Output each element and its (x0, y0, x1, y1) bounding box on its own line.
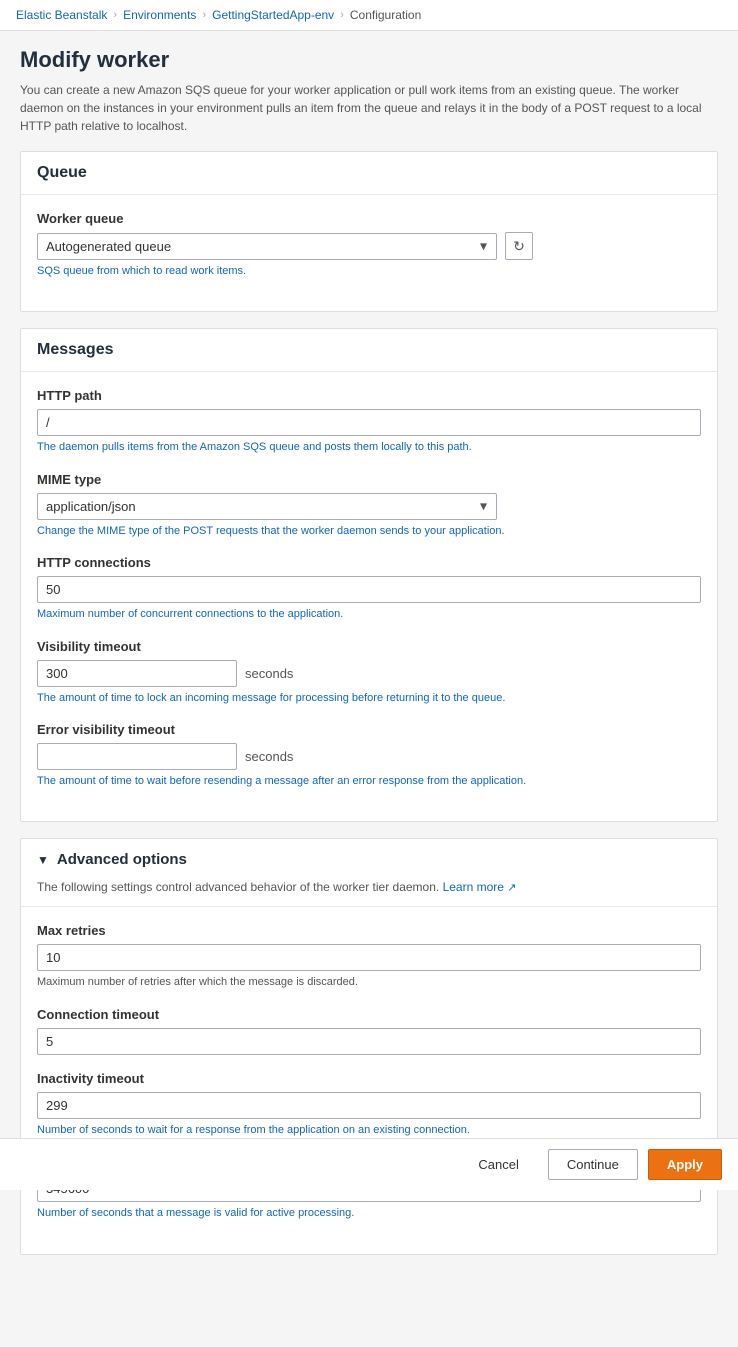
http-connections-input[interactable] (37, 576, 701, 603)
external-link-icon: ↗ (507, 882, 516, 894)
retention-period-help: Number of seconds that a message is vali… (37, 1206, 701, 1221)
mime-type-group: MIME type application/json application/x… (37, 472, 701, 539)
cancel-button[interactable]: Cancel (459, 1149, 537, 1180)
advanced-section-header[interactable]: ▼ Advanced options (21, 839, 717, 880)
error-visibility-timeout-suffix: seconds (245, 749, 293, 764)
breadcrumb-elastic-beanstalk[interactable]: Elastic Beanstalk (16, 8, 107, 22)
visibility-timeout-label: Visibility timeout (37, 639, 701, 654)
refresh-queue-button[interactable]: ↻ (505, 232, 533, 260)
inactivity-timeout-label: Inactivity timeout (37, 1071, 701, 1086)
visibility-timeout-group: Visibility timeout seconds The amount of… (37, 639, 701, 706)
visibility-timeout-help: The amount of time to lock an incoming m… (37, 691, 701, 706)
queue-section-header: Queue (21, 152, 717, 195)
inactivity-timeout-help: Number of seconds to wait for a response… (37, 1123, 701, 1138)
connection-timeout-input[interactable] (37, 1028, 701, 1055)
http-path-label: HTTP path (37, 388, 701, 403)
continue-button[interactable]: Continue (548, 1149, 638, 1180)
breadcrumb-app-env[interactable]: GettingStartedApp-env (212, 8, 334, 22)
error-visibility-timeout-label: Error visibility timeout (37, 722, 701, 737)
page-description: You can create a new Amazon SQS queue fo… (20, 81, 718, 135)
max-retries-group: Max retries Maximum number of retries af… (37, 923, 701, 990)
connection-timeout-group: Connection timeout (37, 1007, 701, 1055)
breadcrumb-current: Configuration (350, 8, 421, 22)
mime-type-select[interactable]: application/json application/x-www-form-… (37, 493, 497, 520)
visibility-timeout-input[interactable] (37, 660, 237, 687)
http-connections-label: HTTP connections (37, 555, 701, 570)
max-retries-label: Max retries (37, 923, 701, 938)
worker-queue-help: SQS queue from which to read work items. (37, 264, 701, 279)
max-retries-help: Maximum number of retries after which th… (37, 975, 701, 990)
queue-section: Queue Worker queue Autogenerated queue ↻… (20, 151, 718, 312)
advanced-section-title: Advanced options (57, 851, 187, 868)
apply-button[interactable]: Apply (648, 1149, 722, 1180)
inactivity-timeout-input[interactable] (37, 1092, 701, 1119)
mime-type-label: MIME type (37, 472, 701, 487)
advanced-section-description: The following settings control advanced … (21, 880, 717, 907)
breadcrumb: Elastic Beanstalk › Environments › Getti… (0, 0, 738, 31)
inactivity-timeout-group: Inactivity timeout Number of seconds to … (37, 1071, 701, 1138)
http-path-help: The daemon pulls items from the Amazon S… (37, 440, 701, 455)
error-visibility-timeout-group: Error visibility timeout seconds The amo… (37, 722, 701, 789)
messages-section-header: Messages (21, 329, 717, 372)
breadcrumb-sep-2: › (202, 9, 206, 21)
worker-queue-group: Worker queue Autogenerated queue ↻ SQS q… (37, 211, 701, 279)
messages-section: Messages HTTP path The daemon pulls item… (20, 328, 718, 822)
http-path-group: HTTP path The daemon pulls items from th… (37, 388, 701, 455)
advanced-section-body: Max retries Maximum number of retries af… (21, 907, 717, 1253)
error-visibility-timeout-input[interactable] (37, 743, 237, 770)
mime-type-help: Change the MIME type of the POST request… (37, 524, 701, 539)
worker-queue-select-wrapper: Autogenerated queue (37, 233, 497, 260)
breadcrumb-sep-1: › (113, 9, 117, 21)
breadcrumb-sep-3: › (340, 9, 344, 21)
footer-bar: Cancel Continue Apply (0, 1138, 738, 1190)
advanced-toggle-arrow: ▼ (37, 853, 49, 867)
learn-more-link[interactable]: Learn more ↗ (443, 880, 517, 894)
http-connections-help: Maximum number of concurrent connections… (37, 607, 701, 622)
visibility-timeout-suffix: seconds (245, 666, 293, 681)
advanced-section: ▼ Advanced options The following setting… (20, 838, 718, 1254)
connection-timeout-label: Connection timeout (37, 1007, 701, 1022)
http-connections-group: HTTP connections Maximum number of concu… (37, 555, 701, 622)
page-title: Modify worker (20, 47, 718, 73)
mime-type-select-wrapper: application/json application/x-www-form-… (37, 493, 497, 520)
breadcrumb-environments[interactable]: Environments (123, 8, 196, 22)
worker-queue-select[interactable]: Autogenerated queue (37, 233, 497, 260)
worker-queue-label: Worker queue (37, 211, 701, 226)
error-visibility-timeout-help: The amount of time to wait before resend… (37, 774, 701, 789)
max-retries-input[interactable] (37, 944, 701, 971)
http-path-input[interactable] (37, 409, 701, 436)
